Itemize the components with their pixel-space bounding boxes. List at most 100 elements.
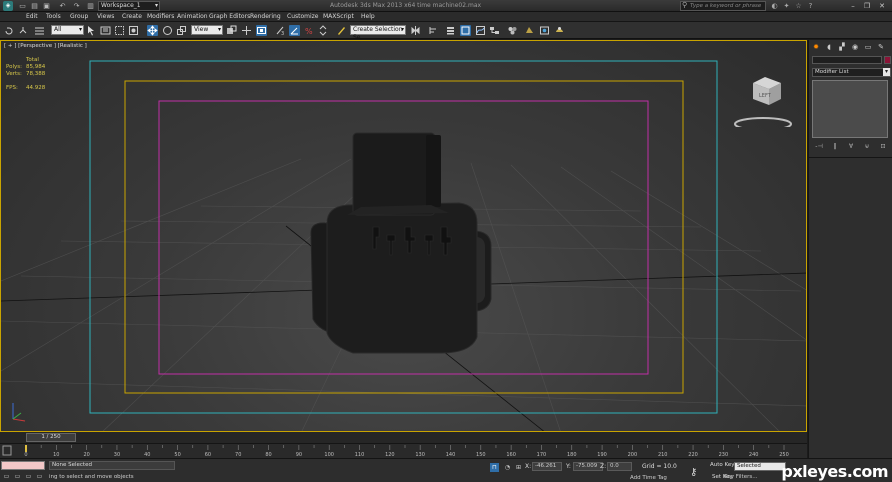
app-logo-icon[interactable]: ◈: [3, 1, 13, 11]
modifier-stack[interactable]: [812, 80, 888, 138]
maxscript-mini-listener[interactable]: [1, 461, 45, 470]
display-panel-icon[interactable]: ▭: [863, 42, 873, 52]
y-coordinate-field[interactable]: -75.009: [573, 462, 603, 471]
object-color-swatch[interactable]: [884, 56, 891, 64]
listener-icon[interactable]: ▭: [13, 472, 22, 481]
add-time-tag-button[interactable]: Add Time Tag: [630, 475, 667, 481]
undo-icon[interactable]: ↶: [58, 2, 67, 10]
perspective-viewport[interactable]: [ + ] [Perspective ] [Realistic ] Total …: [0, 40, 807, 432]
render-production-icon[interactable]: [554, 25, 565, 36]
menu-group[interactable]: Group: [70, 12, 88, 22]
make-unique-icon[interactable]: ∀: [846, 142, 856, 151]
redo-icon[interactable]: ↷: [72, 2, 81, 10]
communication-center-icon[interactable]: ✦: [782, 2, 791, 10]
rendered-frame-window-icon[interactable]: [539, 25, 550, 36]
save-file-icon[interactable]: ▣: [42, 2, 51, 10]
render-setup-icon[interactable]: [524, 25, 535, 36]
edit-named-selection-icon[interactable]: [336, 25, 347, 36]
selection-filter-dropdown[interactable]: All: [51, 25, 84, 35]
menu-graph-editors[interactable]: Graph Editors: [209, 12, 250, 22]
manage-layers-icon[interactable]: [445, 25, 456, 36]
track-bar[interactable]: 0 10 20 30 40 50 60 70 80 90 100 110 120 130 140 150 160…: [0, 443, 807, 458]
snaps-toggle-icon[interactable]: 3: [275, 25, 286, 36]
close-icon[interactable]: ✕: [875, 1, 889, 11]
menu-rendering[interactable]: Rendering: [250, 12, 281, 22]
bind-to-space-warp-icon[interactable]: [34, 25, 45, 36]
menu-create[interactable]: Create: [122, 12, 142, 22]
open-file-icon[interactable]: ▤: [30, 2, 39, 10]
track-bar-menu-icon[interactable]: [2, 445, 12, 456]
spinner-snap-toggle-icon[interactable]: [318, 25, 329, 36]
favorites-icon[interactable]: ☆: [794, 2, 803, 10]
subscription-icon[interactable]: ◐: [770, 2, 779, 10]
pin-stack-icon[interactable]: -⊣: [814, 142, 824, 151]
new-file-icon[interactable]: ▭: [18, 2, 27, 10]
selection-lock-icon[interactable]: ⊓: [490, 463, 499, 472]
project-folder-icon[interactable]: ▥: [86, 2, 95, 10]
motion-panel-icon[interactable]: ◉: [850, 42, 860, 52]
angle-snap-toggle-icon[interactable]: [289, 25, 300, 36]
select-and-manipulate-icon[interactable]: [241, 25, 252, 36]
time-slider-thumb[interactable]: 1 / 250: [26, 433, 76, 442]
workspace-dropdown[interactable]: Workspace_1: [98, 1, 160, 11]
set-key-icon[interactable]: ⚷: [690, 467, 697, 478]
rectangular-selection-icon[interactable]: [114, 25, 125, 36]
viewport-label-menu[interactable]: [ + ] [Perspective ] [Realistic ]: [4, 43, 87, 49]
z-coordinate-field[interactable]: 0.0: [607, 462, 632, 471]
time-machine-model[interactable]: [310, 132, 492, 354]
create-panel-icon[interactable]: ✹: [811, 42, 821, 52]
key-filters-button[interactable]: Key Filters...: [724, 474, 757, 480]
svg-text:3: 3: [281, 31, 284, 36]
select-and-move-icon[interactable]: [147, 25, 158, 36]
curve-editor-icon[interactable]: [475, 25, 486, 36]
select-and-link-icon[interactable]: [18, 25, 29, 36]
use-pivot-center-icon[interactable]: [226, 25, 237, 36]
remove-modifier-icon[interactable]: ⊌: [862, 142, 872, 151]
auto-key-button[interactable]: Auto Key: [710, 462, 735, 468]
object-name-field[interactable]: [812, 56, 882, 64]
key-set-selection-dropdown[interactable]: Selected: [734, 462, 786, 471]
search-input[interactable]: Type a keyword or phrase: [680, 1, 766, 11]
select-and-rotate-icon[interactable]: [162, 25, 173, 36]
configure-modifier-sets-icon[interactable]: ⊡: [878, 142, 888, 151]
utilities-panel-icon[interactable]: ✎: [876, 42, 886, 52]
reference-coordinate-dropdown[interactable]: View: [191, 25, 223, 35]
schematic-view-icon[interactable]: [489, 25, 500, 36]
undo-toolbar-icon[interactable]: [4, 25, 15, 36]
select-by-name-icon[interactable]: [100, 25, 111, 36]
isolate-selection-icon[interactable]: ◔: [503, 463, 512, 472]
align-icon[interactable]: [428, 25, 439, 36]
x-coordinate-field[interactable]: -46.261: [532, 462, 562, 471]
menu-maxscript[interactable]: MAXScript: [323, 12, 354, 22]
hierarchy-panel-icon[interactable]: ▞: [837, 42, 847, 52]
menu-customize[interactable]: Customize: [287, 12, 319, 22]
select-and-scale-icon[interactable]: [176, 25, 187, 36]
material-editor-icon[interactable]: [507, 25, 518, 36]
listener-icon[interactable]: ▭: [35, 472, 44, 481]
minimize-icon[interactable]: –: [846, 1, 860, 11]
keyboard-shortcut-override-icon[interactable]: [256, 25, 267, 36]
help-icon[interactable]: ?: [806, 2, 815, 10]
window-crossing-icon[interactable]: [128, 25, 139, 36]
menu-animation[interactable]: Animation: [177, 12, 208, 22]
viewcube[interactable]: LEFT: [733, 67, 793, 127]
restore-icon[interactable]: ❐: [860, 1, 874, 11]
mirror-icon[interactable]: [410, 25, 421, 36]
listener-icon[interactable]: ▭: [24, 472, 33, 481]
menu-views[interactable]: Views: [97, 12, 114, 22]
graphite-modeling-tools-icon[interactable]: [460, 25, 471, 36]
named-selection-set-dropdown[interactable]: Create Selection Se: [350, 25, 406, 41]
select-object-icon[interactable]: [86, 25, 97, 36]
grid-spacing: Grid = 10.0: [642, 463, 677, 470]
modifier-list-dropdown[interactable]: Modifier List: [812, 68, 891, 77]
percent-snap-toggle-icon[interactable]: %: [304, 25, 315, 36]
time-slider[interactable]: 1 / 250: [0, 432, 807, 443]
menu-help[interactable]: Help: [361, 12, 375, 22]
menu-tools[interactable]: Tools: [46, 12, 61, 22]
menu-edit[interactable]: Edit: [26, 12, 38, 22]
modify-panel-icon[interactable]: ◖: [824, 42, 834, 52]
listener-icon[interactable]: ▭: [2, 472, 11, 481]
show-end-result-icon[interactable]: ‖: [830, 142, 840, 151]
menu-modifiers[interactable]: Modifiers: [147, 12, 174, 22]
absolute-mode-icon[interactable]: ⊞: [514, 463, 523, 472]
